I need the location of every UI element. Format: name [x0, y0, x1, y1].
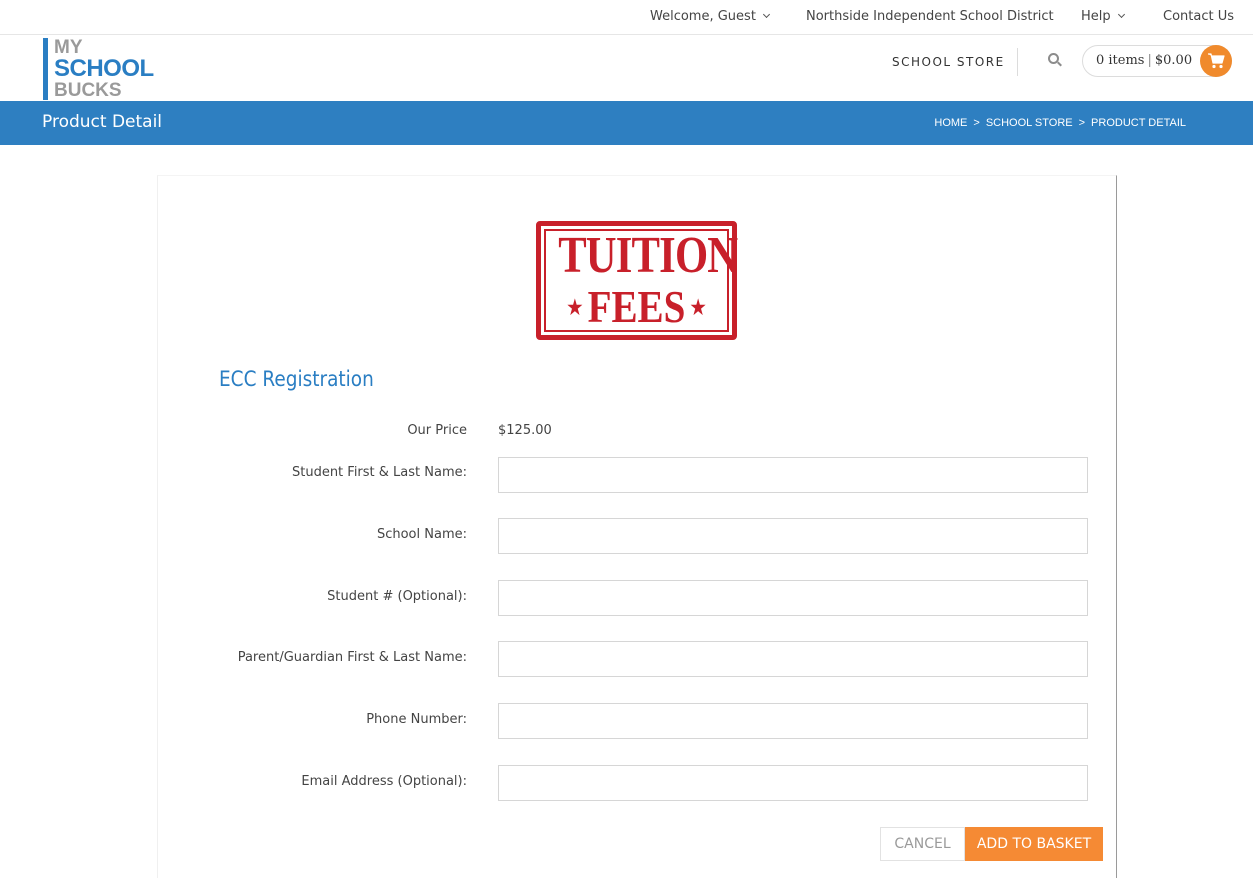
- page-title-bar: Product Detail HOME > SCHOOL STORE > PRODUCT…: [0, 101, 1253, 145]
- guardian-name-input[interactable]: [498, 641, 1088, 677]
- shopping-cart-icon: [1208, 53, 1225, 69]
- star-icon: ★: [567, 297, 583, 319]
- phone-number-label: Phone Number:: [366, 712, 467, 727]
- cart-total: $0.00: [1154, 53, 1193, 68]
- site-header: MY SCHOOL BUCKS SCHOOL STORE 0 items | $0.…: [0, 35, 1253, 101]
- email-address-input[interactable]: [498, 765, 1088, 801]
- product-image-line-1: TUITION: [558, 227, 738, 284]
- phone-number-input[interactable]: [498, 703, 1088, 739]
- chevron-down-icon: [1117, 10, 1125, 19]
- school-store-link[interactable]: SCHOOL STORE: [892, 55, 1005, 69]
- school-name-label: School Name:: [376, 527, 467, 542]
- breadcrumb: HOME > SCHOOL STORE > PRODUCT DETAIL: [934, 117, 1186, 129]
- cancel-button[interactable]: CANCEL: [880, 827, 965, 861]
- top-utility-bar: Welcome, Guest Northside Independent Sch…: [0, 0, 1253, 35]
- product-name: ECC Registration: [219, 367, 374, 391]
- myschoolbucks-logo[interactable]: MY SCHOOL BUCKS: [43, 38, 183, 101]
- price-label: Our Price: [407, 423, 467, 438]
- breadcrumb-school-store[interactable]: SCHOOL STORE: [986, 117, 1073, 129]
- student-name-input[interactable]: [498, 457, 1088, 493]
- cart-item-count: 0 items: [1096, 53, 1145, 68]
- contact-us-link[interactable]: Contact Us: [1163, 9, 1234, 24]
- logo-line-2: SCHOOL: [54, 55, 154, 82]
- chevron-down-icon: [762, 10, 770, 19]
- search-icon[interactable]: [1048, 53, 1062, 67]
- breadcrumb-home[interactable]: HOME: [934, 117, 967, 129]
- welcome-label: Welcome, Guest: [650, 9, 756, 24]
- help-menu[interactable]: Help: [1081, 9, 1125, 24]
- price-value: $125.00: [498, 423, 552, 438]
- product-image-line-2: ★ FEES ★: [567, 281, 706, 332]
- header-divider: [1017, 48, 1018, 76]
- breadcrumb-product-detail: PRODUCT DETAIL: [1091, 117, 1186, 129]
- student-number-input[interactable]: [498, 580, 1088, 616]
- page-title: Product Detail: [42, 112, 163, 132]
- star-icon: ★: [690, 297, 706, 319]
- student-name-label: Student First & Last Name:: [291, 465, 467, 480]
- product-image: TUITION ★ FEES ★: [536, 221, 738, 340]
- student-number-label: Student # (Optional):: [327, 589, 467, 604]
- cart-button[interactable]: [1200, 45, 1232, 77]
- district-link[interactable]: Northside Independent School District: [806, 9, 1054, 24]
- email-address-label: Email Address (Optional):: [301, 774, 467, 789]
- add-to-basket-button[interactable]: ADD TO BASKET: [965, 827, 1103, 861]
- logo-line-3: BUCKS: [54, 80, 122, 101]
- welcome-menu[interactable]: Welcome, Guest: [650, 9, 770, 24]
- school-name-input[interactable]: [498, 518, 1088, 554]
- logo-bar: [43, 38, 48, 100]
- guardian-name-label: Parent/Guardian First & Last Name:: [237, 650, 467, 665]
- help-label: Help: [1081, 9, 1111, 24]
